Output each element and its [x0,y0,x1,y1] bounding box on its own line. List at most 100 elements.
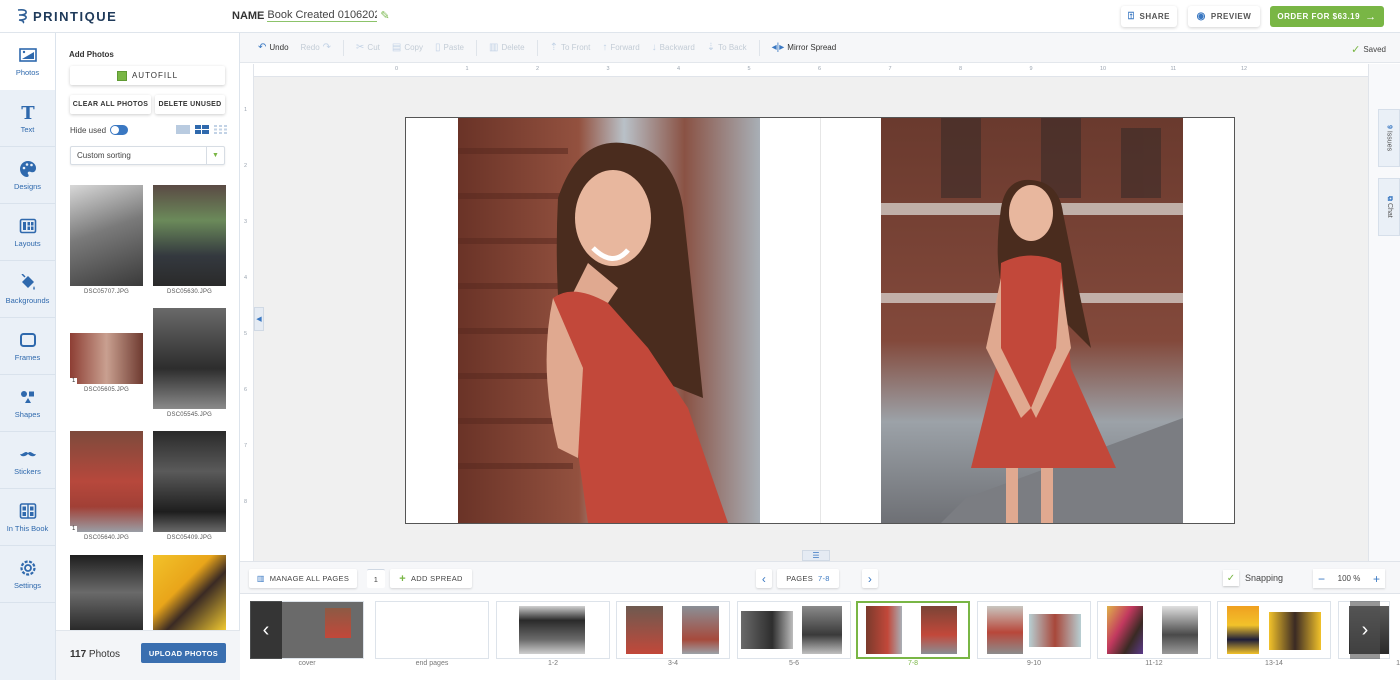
spread-thumbnail-image [1227,606,1259,654]
spread-thumbnail-image [626,606,663,654]
order-label: ORDER FOR $63.19 [1277,12,1361,21]
nav-layouts[interactable]: Layouts [0,204,55,261]
undo-icon: ↶ [258,42,267,53]
brand-logo[interactable]: PRINTIQUE [16,8,117,24]
nav-stickers[interactable]: Stickers [0,432,55,489]
trash-icon: ▥ [489,42,499,53]
to-back-button[interactable]: ⇣ To Back [701,42,753,53]
sort-dropdown[interactable]: Custom sorting ▼ [70,146,225,165]
photo-thumbnail[interactable]: 1 DSC05605.JPG [70,333,143,398]
filmstrip-spread-1-2[interactable] [496,601,610,659]
cut-label: Cut [367,43,380,52]
ruler-tick-label: 3 [606,66,610,72]
clear-all-photos-button[interactable]: CLEAR ALL PHOTOS [70,95,151,114]
nav-photos[interactable]: Photos [0,33,55,90]
add-spread-button[interactable]: + ADD SPREAD [390,569,472,588]
undo-button[interactable]: ↶ Undo [252,42,295,53]
backward-label: Backward [659,43,695,52]
paste-button[interactable]: ▯ Paste [429,42,470,53]
photo-thumbnail[interactable] [70,555,143,630]
filmstrip-prev-button[interactable]: ‹ [250,601,282,659]
preview-button[interactable]: ◉ PREVIEW [1188,6,1260,27]
spread-thumbnail-image [921,606,957,654]
upload-photos-button[interactable]: UPLOAD PHOTOS [141,643,226,663]
nav-shapes[interactable]: Shapes [0,375,55,432]
share-button[interactable]: ⍐ SHARE [1121,6,1177,27]
filmstrip-spread-end-pages[interactable] [375,601,489,659]
photo-frame-right[interactable] [881,118,1183,523]
medium-view-icon[interactable] [195,125,209,134]
previous-page-button[interactable]: ‹ [756,569,772,588]
ruler-tick-label: 7 [888,66,892,72]
page-number-input[interactable]: 1 [367,569,385,588]
spread-thumbnail-image [1162,606,1198,654]
sort-value: Custom sorting [77,151,131,160]
photo-thumbnail[interactable]: 1 DSC05640.JPG [70,431,143,543]
redo-button[interactable]: Redo ↷ [295,42,338,53]
small-view-icon[interactable] [214,125,228,134]
filmstrip-spread-11-12[interactable] [1097,601,1211,659]
nav-frames[interactable]: Frames [0,318,55,375]
filmstrip-spread-9-10[interactable] [977,601,1091,659]
snapping-checkbox[interactable]: ✓ [1223,570,1239,586]
delete-button[interactable]: ▥ Delete [483,42,531,53]
autofill-button[interactable]: AUTOFILL [70,66,225,85]
name-label: NAME [232,9,265,22]
photo-thumbnail[interactable]: DSC05545.JPG [153,308,226,420]
filmstrip-spread-13-14[interactable] [1217,601,1331,659]
order-button[interactable]: ORDER FOR $63.19 → [1270,6,1384,27]
issues-tab[interactable]: 9 Issues [1378,109,1400,167]
chat-tab[interactable]: ⧉ Chat [1378,178,1400,236]
used-count-badge: 1 [70,526,78,532]
book-icon [19,502,36,519]
spread-thumbnail-image [1269,612,1321,650]
zoom-out-button[interactable]: − [1318,572,1325,586]
ruler-tick-label: 2 [244,163,248,169]
ruler-tick-label: 1 [244,107,248,113]
filmstrip-spread-7-8[interactable] [856,601,970,659]
filmstrip-spread-5-6[interactable] [737,601,851,659]
photo-filename: DSC05409.JPG [166,535,213,541]
nav-text[interactable]: T Text [0,90,55,147]
zoom-control: − 100 % + [1313,569,1385,588]
photo-thumbnail[interactable]: DSC05630.JPG [153,185,226,297]
book-name-input[interactable] [267,9,378,22]
collapse-panel-handle[interactable]: ◀ [254,307,264,331]
photo-thumbnail[interactable] [153,555,226,630]
nav-label: Frames [14,352,41,362]
autofill-icon [116,70,127,81]
photo-thumbnail[interactable]: DSC05409.JPG [153,431,226,543]
hide-used-label: Hide used [70,125,107,135]
top-bar: PRINTIQUE NAME ✎ ⍐ SHARE ◉ PREVIEW ORDER… [0,0,1400,33]
filmstrip-spread-3-4[interactable] [616,601,730,659]
toolbar-divider [343,39,345,56]
nav-backgrounds[interactable]: Backgrounds [0,261,55,318]
photo-count-suffix: Photos [88,649,121,660]
mirror-spread-button[interactable]: ◂|▸ Mirror Spread [766,42,843,53]
next-page-button[interactable]: › [862,569,878,588]
nav-designs[interactable]: Designs [0,147,55,204]
forward-button[interactable]: ↑ Forward [596,42,645,53]
ruler-tick-label: 2 [536,66,540,72]
photo-frame-left[interactable] [458,118,760,523]
delete-unused-button[interactable]: DELETE UNUSED [155,95,225,114]
copy-button[interactable]: ▤ Copy [386,42,429,53]
hide-used-toggle[interactable] [110,125,129,135]
photo-thumbnail[interactable]: DSC05707.JPG [70,185,143,297]
nav-in-this-book[interactable]: In This Book [0,489,55,546]
page-spread[interactable] [405,117,1235,524]
to-front-button[interactable]: ⇡ To Front [544,42,597,53]
expand-filmstrip-handle[interactable]: ☰ [802,550,830,561]
nav-settings[interactable]: Settings [0,546,55,603]
cut-button[interactable]: ✂ Cut [350,42,386,53]
backward-button[interactable]: ↓ Backward [646,42,701,53]
spread-thumbnail-image [682,606,719,654]
ruler-tick-label: 11 [1170,66,1177,72]
manage-all-pages-button[interactable]: ▥ MANAGE ALL PAGES [249,569,357,588]
photo-image [153,185,226,286]
pencil-icon[interactable]: ✎ [380,9,389,22]
zoom-in-button[interactable]: + [1373,572,1380,586]
nav-label: Backgrounds [5,295,50,305]
filmstrip-next-button[interactable]: › [1350,601,1380,659]
large-view-icon[interactable] [176,125,190,134]
